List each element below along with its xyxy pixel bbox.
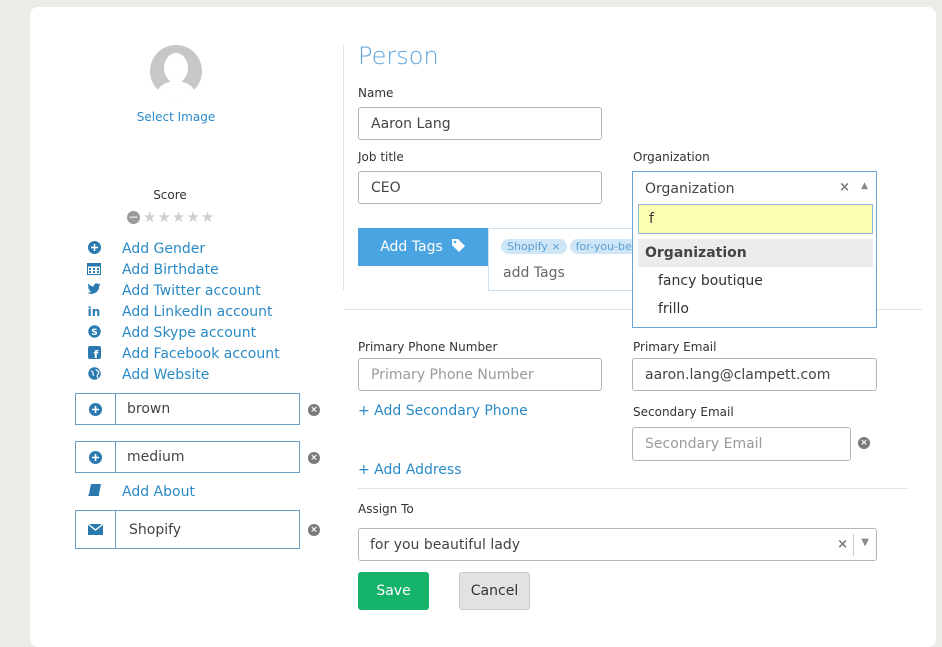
globe-icon	[86, 366, 102, 384]
add-tags-button[interactable]: Add Tags	[358, 228, 488, 266]
add-secondary-phone-link[interactable]: + Add Secondary Phone	[358, 403, 528, 419]
plus-circle-icon	[76, 394, 116, 424]
dropdown-option[interactable]: frillo	[658, 301, 689, 317]
star-icon[interactable]: ★	[186, 209, 199, 225]
tag-chip-label: for-you-be	[575, 240, 632, 253]
custom-field-medium[interactable]: medium	[75, 441, 300, 473]
remove-icon[interactable]: ×	[308, 524, 320, 536]
assign-to-value: for you beautiful lady	[370, 536, 520, 553]
star-icon[interactable]: ★	[172, 209, 185, 225]
organization-select-value: Organization	[645, 180, 735, 197]
add-linkedin-label: Add LinkedIn account	[122, 304, 273, 320]
add-website-link[interactable]: Add Website	[86, 365, 209, 385]
primary-email-label: Primary Email	[633, 340, 717, 354]
clear-icon[interactable]: ×	[839, 180, 850, 195]
organization-dropdown: f Organization fancy boutique frillo	[632, 199, 877, 328]
name-label: Name	[358, 86, 394, 100]
add-twitter-label: Add Twitter account	[122, 283, 261, 299]
add-address-link[interactable]: + Add Address	[358, 462, 462, 478]
calendar-icon	[86, 262, 102, 279]
add-about-link[interactable]: Add About	[86, 482, 195, 502]
column-divider	[343, 45, 344, 290]
custom-field-value[interactable]: brown	[116, 401, 170, 417]
organization-search-input[interactable]: f	[638, 204, 873, 234]
save-button[interactable]: Save	[358, 572, 429, 610]
twitter-icon	[86, 283, 102, 299]
dropdown-option[interactable]: fancy boutique	[658, 273, 763, 289]
add-twitter-link[interactable]: Add Twitter account	[86, 281, 261, 301]
chevron-up-icon[interactable]: ▲	[861, 181, 868, 191]
add-tags-label: Add Tags	[380, 239, 443, 255]
tags-placeholder: add Tags	[503, 265, 565, 281]
section-divider	[358, 488, 907, 489]
star-icon[interactable]: ★	[157, 209, 170, 225]
envelope-icon	[76, 511, 116, 548]
job-title-label: Job title	[358, 150, 404, 164]
primary-phone-label: Primary Phone Number	[358, 340, 498, 354]
facebook-icon: f	[86, 345, 102, 363]
secondary-email-input[interactable]: Secondary Email	[632, 427, 851, 461]
source-field-value[interactable]: Shopify	[116, 522, 181, 538]
avatar[interactable]	[150, 45, 202, 97]
add-skype-label: Add Skype account	[122, 325, 257, 341]
svg-text:S: S	[91, 328, 97, 338]
add-birthdate-label: Add Birthdate	[122, 262, 219, 278]
add-gender-label: Add Gender	[122, 241, 206, 257]
assign-to-label: Assign To	[358, 502, 414, 516]
svg-text:f: f	[93, 348, 98, 359]
chevron-down-icon[interactable]: ▼	[861, 537, 869, 548]
primary-phone-input[interactable]: Primary Phone Number	[358, 358, 602, 391]
add-birthdate-link[interactable]: Add Birthdate	[86, 260, 219, 280]
tags-input[interactable]: Shopify × for-you-be add Tags	[488, 228, 648, 291]
dropdown-group-header: Organization	[638, 239, 873, 267]
reset-score-icon[interactable]: −	[127, 210, 140, 224]
tag-chip-label: Shopify	[507, 240, 548, 253]
book-icon	[86, 484, 102, 500]
tag-icon	[451, 238, 466, 257]
source-field[interactable]: Shopify	[75, 510, 300, 549]
select-separator	[853, 534, 854, 556]
tag-chip[interactable]: Shopify ×	[501, 239, 567, 254]
tag-chip[interactable]: for-you-be	[569, 239, 638, 254]
add-gender-link[interactable]: Add Gender	[86, 239, 205, 259]
linkedin-icon: in	[87, 305, 101, 319]
organization-label: Organization	[633, 150, 710, 164]
add-facebook-link[interactable]: f Add Facebook account	[86, 344, 280, 364]
custom-field-value[interactable]: medium	[116, 449, 185, 465]
secondary-email-label: Secondary Email	[633, 405, 734, 419]
assign-to-select[interactable]: for you beautiful lady × ▼	[358, 528, 877, 561]
select-image-link[interactable]: Select Image	[120, 110, 232, 124]
skype-icon: S	[86, 324, 102, 342]
add-about-label: Add About	[122, 484, 195, 500]
score-label: Score	[153, 188, 187, 202]
plus-circle-icon	[76, 442, 116, 472]
job-title-input[interactable]: CEO	[358, 171, 602, 204]
star-icon[interactable]: ★	[143, 209, 156, 225]
plus-circle-icon	[86, 240, 102, 258]
primary-email-input[interactable]: aaron.lang@clampett.com	[632, 358, 877, 391]
add-facebook-label: Add Facebook account	[122, 346, 280, 362]
custom-field-brown[interactable]: brown	[75, 393, 300, 425]
add-linkedin-link[interactable]: in Add LinkedIn account	[86, 302, 273, 322]
star-icon[interactable]: ★	[201, 209, 214, 225]
remove-icon[interactable]: ×	[308, 404, 320, 416]
score-rating[interactable]: − ★ ★ ★ ★ ★	[127, 208, 214, 226]
remove-icon[interactable]: ×	[308, 452, 320, 464]
cancel-button[interactable]: Cancel	[459, 572, 530, 610]
add-skype-link[interactable]: S Add Skype account	[86, 323, 256, 343]
name-input[interactable]: Aaron Lang	[358, 107, 602, 140]
clear-icon[interactable]: ×	[837, 537, 848, 552]
add-website-label: Add Website	[122, 367, 210, 383]
remove-icon[interactable]: ×	[858, 437, 870, 449]
close-icon[interactable]: ×	[551, 240, 560, 253]
page-title: Person	[358, 42, 439, 70]
